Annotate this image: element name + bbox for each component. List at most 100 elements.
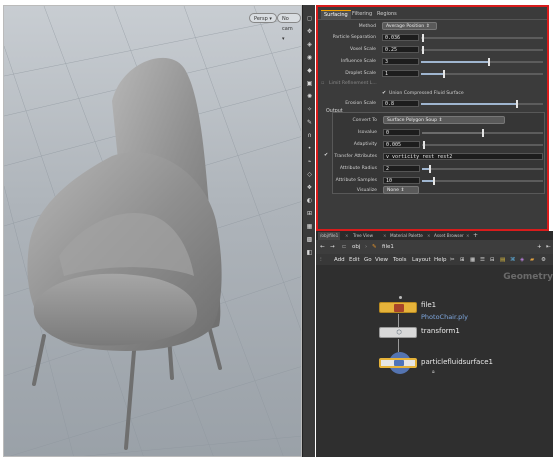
light-icon[interactable]: ✺	[306, 93, 313, 100]
faces-icon[interactable]: ◇	[306, 171, 313, 178]
layout-icon[interactable]: ⊟	[490, 256, 495, 264]
voxel-scale-field[interactable]: 0.25	[382, 46, 419, 53]
particle-separation-field[interactable]: 0.036	[382, 34, 419, 41]
pane-menu-icon[interactable]: ⇤	[546, 243, 551, 251]
visualize-dropdown[interactable]: None ⇕	[383, 186, 419, 194]
fluid-node-name: particlefluidsurface1	[421, 358, 493, 366]
shape-icon[interactable]: ▰	[530, 256, 534, 264]
slider-fill	[422, 168, 429, 170]
voxel-scale-slider[interactable]	[421, 46, 543, 54]
method-value: Average Position	[386, 24, 425, 29]
isovalue-slider[interactable]	[422, 129, 543, 137]
dots-icon[interactable]: ⁝	[320, 256, 322, 264]
group-icon[interactable]: ❖	[306, 184, 313, 191]
convert-to-dropdown[interactable]: Surface Polygon Soup ⇕	[383, 116, 505, 124]
list-icon[interactable]: ☰	[480, 256, 485, 264]
display-icon[interactable]: ▣	[306, 80, 313, 87]
droplet-scale-field[interactable]: 1	[382, 70, 419, 77]
network-icon[interactable]: ⌘	[510, 256, 516, 264]
forward-arrow-icon[interactable]: →	[330, 243, 335, 251]
attribute-radius-slider[interactable]	[422, 165, 543, 173]
slider-handle[interactable]	[516, 100, 518, 108]
tab-material-palette[interactable]: Material Palette	[388, 232, 425, 240]
back-arrow-icon[interactable]: ←	[320, 243, 325, 251]
grid-icon[interactable]: ▦	[470, 256, 475, 264]
render-icon[interactable]: ◧	[306, 249, 313, 256]
note-icon[interactable]: ▤	[500, 256, 505, 264]
handle-icon[interactable]: ✧	[306, 106, 313, 113]
particle-separation-slider[interactable]	[421, 34, 543, 42]
droplet-scale-slider[interactable]	[421, 70, 543, 78]
add-pane-icon[interactable]: +	[537, 243, 542, 251]
points-icon[interactable]: •	[306, 145, 313, 152]
scene-viewport[interactable]: Persp ▾ No cam ▾	[3, 5, 302, 457]
tab-asset-browser[interactable]: Asset Browser	[432, 232, 466, 240]
lock-icon[interactable]: ◈	[306, 41, 313, 48]
perspective-menu-button[interactable]: Persp ▾	[249, 13, 277, 23]
viewport-toolbar: ◻ ✥ ◈ ◉ ◆ ▣ ✺ ✧ ✎ ∩ • ⌁ ◇ ❖ ◐ ⊞ ▦ ▩ ◧	[302, 5, 315, 457]
slider-handle[interactable]	[482, 129, 484, 137]
edges-icon[interactable]: ⌁	[306, 158, 313, 165]
magnet-icon[interactable]: ∩	[306, 132, 313, 139]
file-node-subtitle[interactable]: PhotoChair.ply	[421, 313, 468, 321]
visibility-icon[interactable]: ◐	[306, 197, 313, 204]
influence-scale-field[interactable]: 3	[382, 58, 419, 65]
fluid-node[interactable]	[379, 358, 417, 368]
file-node[interactable]	[379, 302, 417, 313]
brush-icon[interactable]: ✎	[306, 119, 313, 126]
path-file1[interactable]: file1	[382, 243, 394, 251]
method-dropdown[interactable]: Average Position ⇕	[382, 22, 437, 30]
adaptivity-slider[interactable]	[422, 141, 543, 149]
color-icon[interactable]: ◈	[520, 256, 524, 264]
move-tool-icon[interactable]: ✥	[306, 28, 313, 35]
menu-help[interactable]: Help	[434, 256, 447, 264]
slider-handle[interactable]	[429, 165, 431, 173]
menu-edit[interactable]: Edit	[349, 256, 360, 264]
transfer-attributes-field[interactable]: v vorticity rest rest2	[383, 153, 543, 160]
measure-icon[interactable]: ⊞	[306, 210, 313, 217]
union-compressed-checkbox[interactable]: ✔	[382, 91, 387, 96]
slider-handle[interactable]	[433, 177, 435, 185]
slider-handle[interactable]	[488, 58, 490, 66]
erosion-scale-field[interactable]: 0.8	[382, 100, 419, 107]
menu-add[interactable]: Add	[334, 256, 345, 264]
attribute-radius-field[interactable]: 2	[383, 165, 420, 172]
path-obj[interactable]: obj	[352, 243, 360, 251]
tab-filtering[interactable]: Filtering	[349, 10, 375, 19]
isovalue-field[interactable]: 0	[383, 129, 420, 136]
tab-regions[interactable]: Regions	[374, 10, 400, 19]
menu-go[interactable]: Go	[364, 256, 372, 264]
network-canvas[interactable]: Geometry file1 PhotoChair.ply ⬡ transfor…	[316, 265, 553, 457]
tab-surfacing[interactable]: Surfacing	[321, 10, 351, 19]
voxel-scale-label: Voxel Scale	[350, 47, 376, 52]
chair-model	[27, 57, 222, 450]
transform-node[interactable]: ⬡	[379, 327, 417, 338]
houdini-window: Persp ▾ No cam ▾ ◻ ✥ ◈ ◉ ◆ ▣ ✺ ✧ ✎ ∩ • ⌁…	[0, 0, 553, 460]
add-tab-button[interactable]: +	[471, 232, 480, 240]
slider-handle[interactable]	[422, 34, 424, 42]
select-tool-icon[interactable]: ◻	[306, 15, 313, 22]
wireframe-icon[interactable]: ▦	[306, 223, 313, 230]
adaptivity-field[interactable]: 0.005	[383, 141, 420, 148]
menu-tools[interactable]: Tools	[393, 256, 407, 264]
settings-icon[interactable]: ⚙	[541, 256, 546, 264]
close-icon[interactable]: ×	[343, 232, 351, 240]
slider-handle[interactable]	[443, 70, 445, 78]
shading-icon[interactable]: ▩	[306, 236, 313, 243]
attribute-samples-field[interactable]: 10	[383, 177, 420, 184]
camera-icon[interactable]: ◉	[306, 54, 313, 61]
influence-scale-slider[interactable]	[421, 58, 543, 66]
snap-icon[interactable]: ◆	[306, 67, 313, 74]
menu-layout[interactable]: Layout	[412, 256, 431, 264]
tree-icon[interactable]: ⊞	[460, 256, 465, 264]
camera-menu-button[interactable]: No cam ▾	[277, 13, 301, 42]
slider-handle[interactable]	[422, 46, 424, 54]
menu-view[interactable]: View	[375, 256, 388, 264]
tab-obj-file1[interactable]: /obj/file1	[318, 232, 341, 240]
tools-icon[interactable]: ✂	[450, 256, 455, 264]
erosion-scale-slider[interactable]	[421, 100, 543, 108]
limit-refinement-checkbox[interactable]: ▫	[321, 81, 326, 86]
attribute-samples-slider[interactable]	[422, 177, 543, 185]
slider-handle[interactable]	[423, 141, 425, 149]
tab-tree-view[interactable]: Tree View	[351, 232, 375, 240]
